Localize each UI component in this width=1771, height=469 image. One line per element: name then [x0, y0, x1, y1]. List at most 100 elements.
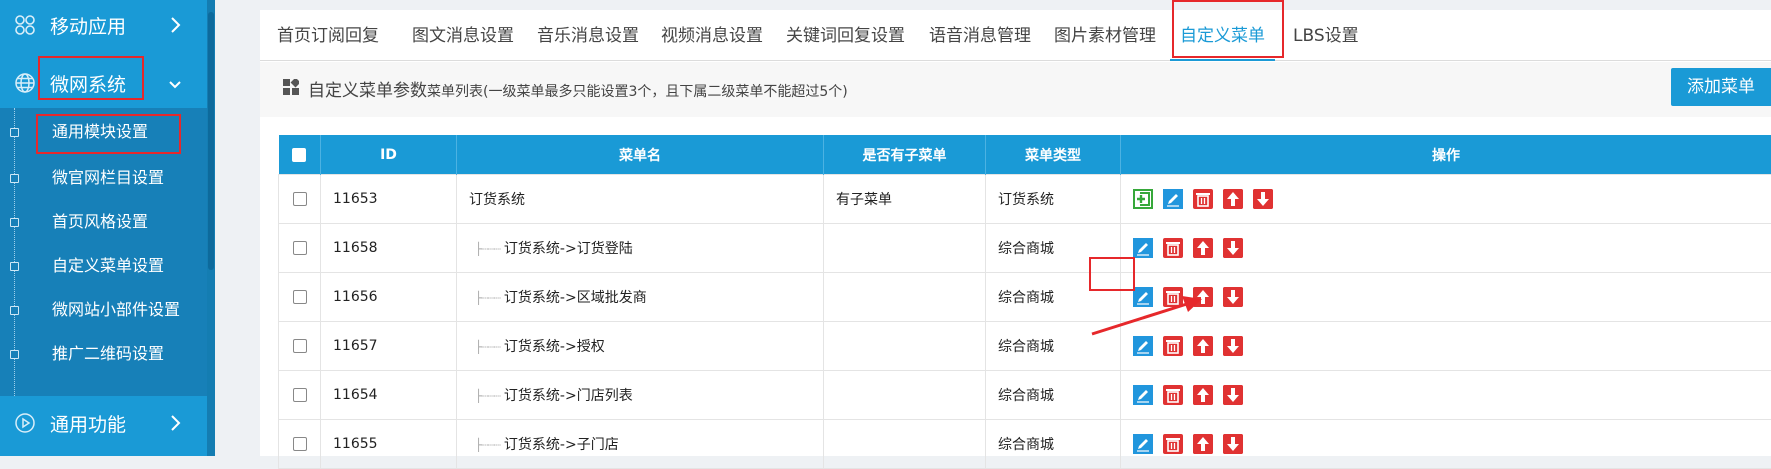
delete-icon[interactable]	[1193, 189, 1213, 209]
cell-has-sub	[824, 224, 986, 273]
row-actions	[1133, 434, 1759, 454]
cell-has-sub	[824, 420, 986, 469]
move-down-icon[interactable]	[1223, 238, 1243, 258]
row-checkbox[interactable]	[293, 290, 307, 304]
edit-icon[interactable]	[1133, 434, 1153, 454]
cell-ops	[1121, 420, 1771, 469]
annotation-arrow	[1090, 290, 1280, 360]
highlight-box	[36, 114, 181, 154]
row-checkbox[interactable]	[293, 241, 307, 255]
scrollbar-thumb[interactable]	[208, 12, 214, 270]
move-up-icon[interactable]	[1193, 434, 1213, 454]
edit-icon[interactable]	[1163, 189, 1183, 209]
submenu-item-column-settings[interactable]: 微官网栏目设置	[0, 158, 207, 198]
highlight-box	[1172, 0, 1284, 58]
cell-name: 订货系统	[457, 175, 824, 224]
row-checkbox[interactable]	[293, 437, 307, 451]
edit-icon[interactable]	[1133, 385, 1153, 405]
cell-ops	[1121, 224, 1771, 273]
menu-name-text: 订货系统->子门店	[504, 437, 619, 453]
cell-id: 11658	[321, 224, 457, 273]
delete-icon[interactable]	[1163, 434, 1183, 454]
row-actions	[1133, 189, 1759, 209]
cell-id: 11656	[321, 273, 457, 322]
submenu-item-qrcode[interactable]: 推广二维码设置	[0, 334, 207, 374]
col-header-name: 菜单名	[457, 135, 824, 175]
cell-has-sub	[824, 273, 986, 322]
menu-mobile-apps[interactable]: 移动应用	[0, 0, 207, 50]
content-panel: 首页订阅回复 图文消息设置 音乐消息设置 视频消息设置 关键词回复设置 语音消息…	[260, 10, 1771, 456]
row-checkbox[interactable]	[293, 388, 307, 402]
add-menu-button[interactable]: 添加菜单	[1671, 68, 1771, 106]
cell-has-sub	[824, 322, 986, 371]
row-select-cell	[279, 273, 321, 322]
tab-bar: 首页订阅回复 图文消息设置 音乐消息设置 视频消息设置 关键词回复设置 语音消息…	[260, 10, 1771, 61]
move-down-icon[interactable]	[1223, 434, 1243, 454]
row-checkbox[interactable]	[293, 192, 307, 206]
move-down-icon[interactable]	[1223, 385, 1243, 405]
tree-connector: ├┈┈┈	[475, 389, 500, 403]
tab-image-assets[interactable]: 图片素材管理	[1054, 10, 1156, 60]
menu-name-text: 订货系统->订货登陆	[504, 241, 633, 257]
tab-lbs[interactable]: LBS设置	[1293, 10, 1359, 60]
tree-node-icon	[10, 218, 19, 227]
edit-icon[interactable]	[1133, 238, 1153, 258]
section-title: 自定义菜单参数菜单列表(一级菜单最多只能设置3个，且下属二级菜单不能超过5个)	[308, 76, 848, 101]
cell-id: 11657	[321, 322, 457, 371]
move-up-icon[interactable]	[1223, 189, 1243, 209]
cell-id: 11653	[321, 175, 457, 224]
section-note: 菜单列表(一级菜单最多只能设置3个，且下属二级菜单不能超过5个)	[427, 84, 848, 100]
toolbar: 自定义菜单参数菜单列表(一级菜单最多只能设置3个，且下属二级菜单不能超过5个) …	[260, 62, 1771, 117]
row-select-cell	[279, 175, 321, 224]
select-all-checkbox[interactable]	[292, 148, 306, 162]
menu-common-functions[interactable]: 通用功能	[0, 398, 207, 448]
submenu-item-label: 微网站小部件设置	[52, 290, 180, 330]
tree-node-icon	[10, 128, 19, 137]
tab-image-text[interactable]: 图文消息设置	[412, 10, 514, 60]
row-actions	[1133, 385, 1759, 405]
chevron-down-icon	[167, 75, 183, 97]
submenu-item-home-style[interactable]: 首页风格设置	[0, 202, 207, 242]
table-row: 11653订货系统有子菜单订货系统	[279, 175, 1771, 224]
grid-icon	[283, 79, 299, 95]
move-down-icon[interactable]	[1253, 189, 1273, 209]
submenu-item-label: 微官网栏目设置	[52, 158, 164, 198]
table-row: 11654├┈┈┈订货系统->门店列表综合商城	[279, 371, 1771, 420]
cell-name: ├┈┈┈订货系统->授权	[457, 322, 824, 371]
move-up-icon[interactable]	[1193, 238, 1213, 258]
menu-mobile-apps-label: 移动应用	[50, 12, 126, 39]
row-select-cell	[279, 371, 321, 420]
cell-ops	[1121, 175, 1771, 224]
highlight-box	[38, 56, 144, 100]
menu-name-text: 订货系统->区域批发商	[504, 290, 647, 306]
move-up-icon[interactable]	[1193, 385, 1213, 405]
submenu-item-custom-menu[interactable]: 自定义菜单设置	[0, 246, 207, 286]
tab-home-reply[interactable]: 首页订阅回复	[277, 10, 379, 60]
delete-icon[interactable]	[1163, 385, 1183, 405]
menu-name-text: 订货系统->授权	[504, 339, 605, 355]
col-header-has-sub: 是否有子菜单	[824, 135, 986, 175]
cell-name: ├┈┈┈订货系统->子门店	[457, 420, 824, 469]
chevron-right-icon	[169, 413, 183, 438]
highlight-box	[1089, 257, 1135, 291]
cell-has-sub	[824, 371, 986, 420]
submenu-item-label: 自定义菜单设置	[52, 246, 164, 286]
tab-music[interactable]: 音乐消息设置	[537, 10, 639, 60]
add-submenu-icon[interactable]	[1133, 189, 1153, 209]
submenu-item-widgets[interactable]: 微网站小部件设置	[0, 290, 207, 330]
table-row: 11655├┈┈┈订货系统->子门店综合商城	[279, 420, 1771, 469]
row-select-cell	[279, 224, 321, 273]
tab-voice[interactable]: 语音消息管理	[929, 10, 1031, 60]
apps-icon	[0, 13, 50, 37]
tab-video[interactable]: 视频消息设置	[661, 10, 763, 60]
col-header-id: ID	[321, 135, 457, 175]
table-row: 11657├┈┈┈订货系统->授权综合商城	[279, 322, 1771, 371]
sidebar: 移动应用 微网系统 通用模块设置 微官网栏目设置 首页风格设置 自定义菜单设置 …	[0, 0, 215, 456]
row-actions	[1133, 238, 1759, 258]
cell-type: 综合商城	[986, 371, 1121, 420]
sidebar-scrollbar[interactable]	[207, 0, 215, 456]
tree-node-icon	[10, 262, 19, 271]
tab-keyword-reply[interactable]: 关键词回复设置	[786, 10, 905, 60]
row-checkbox[interactable]	[293, 339, 307, 353]
delete-icon[interactable]	[1163, 238, 1183, 258]
